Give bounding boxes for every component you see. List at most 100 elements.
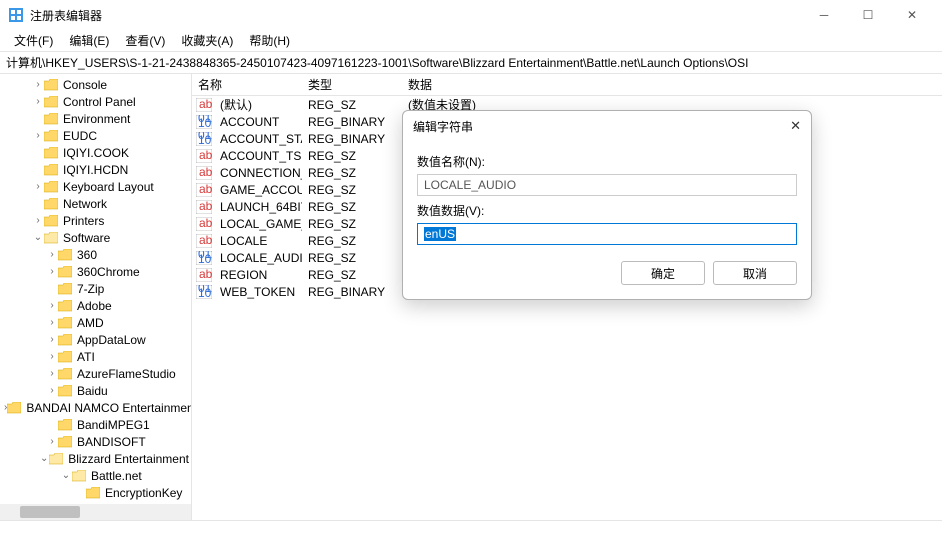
chevron-icon[interactable]: › [32, 181, 44, 192]
tree-item-baidu[interactable]: ›Baidu [0, 382, 191, 399]
tree-item-label: IQIYI.HCDN [61, 163, 130, 177]
ok-button[interactable]: 确定 [621, 261, 705, 285]
chevron-icon[interactable]: › [46, 436, 58, 447]
statusbar [0, 520, 942, 542]
tree-item-bandisoft[interactable]: ›BANDISOFT [0, 433, 191, 450]
dialog-titlebar: 编辑字符串 ✕ [403, 111, 811, 141]
cell-name: LOCAL_GAME_... [214, 217, 302, 231]
window-title: 注册表编辑器 [30, 7, 102, 24]
chevron-icon[interactable]: › [32, 96, 44, 107]
tree-item-bandai-namco-entertainment[interactable]: ›BANDAI NAMCO Entertainment [0, 399, 191, 416]
binary-value-icon: 01101001 [196, 132, 212, 146]
chevron-icon[interactable]: › [46, 300, 58, 311]
chevron-icon[interactable]: ⌄ [39, 453, 49, 464]
tree-scrollbar[interactable] [0, 504, 191, 520]
tree-item-360chrome[interactable]: ›360Chrome [0, 263, 191, 280]
tree-item-label: Control Panel [61, 95, 138, 109]
tree-item-bandimpeg1[interactable]: BandiMPEG1 [0, 416, 191, 433]
cancel-button[interactable]: 取消 [713, 261, 797, 285]
tree-item-battle-net[interactable]: ⌄ Battle.net [0, 467, 191, 484]
menubar: 文件(F) 编辑(E) 查看(V) 收藏夹(A) 帮助(H) [0, 30, 942, 52]
menu-edit[interactable]: 编辑(E) [61, 32, 117, 49]
chevron-icon[interactable]: › [46, 368, 58, 379]
value-name-label: 数值名称(N): [417, 153, 797, 170]
tree-item-control-panel[interactable]: › Control Panel [0, 93, 191, 110]
chevron-icon[interactable]: ⌄ [60, 470, 72, 481]
cell-type: REG_SZ [302, 217, 402, 231]
folder-icon [58, 266, 72, 278]
tree-item-label: EUDC [61, 129, 99, 143]
tree-item-printers[interactable]: ›Printers [0, 212, 191, 229]
minimize-button[interactable]: ─ [802, 0, 846, 30]
close-button[interactable]: ✕ [890, 0, 934, 30]
chevron-icon[interactable]: › [46, 249, 58, 260]
folder-icon [44, 215, 58, 227]
chevron-icon[interactable]: › [46, 385, 58, 396]
tree-item-eudc[interactable]: › EUDC [0, 127, 191, 144]
folder-icon [49, 453, 63, 465]
chevron-icon[interactable]: › [46, 317, 58, 328]
chevron-icon[interactable]: › [32, 79, 44, 90]
chevron-icon[interactable]: ⌄ [32, 232, 44, 243]
menu-view[interactable]: 查看(V) [117, 32, 173, 49]
tree-item-adobe[interactable]: ›Adobe [0, 297, 191, 314]
tree-item-console[interactable]: ›Console [0, 76, 191, 93]
tree-item-environment[interactable]: Environment [0, 110, 191, 127]
folder-icon [58, 283, 72, 295]
tree-item-keyboard-layout[interactable]: ›Keyboard Layout [0, 178, 191, 195]
tree-item-encryptionkey[interactable]: EncryptionKey [0, 484, 191, 501]
tree-item-iqiyi-cook[interactable]: IQIYI.COOK [0, 144, 191, 161]
string-value-icon: ab [196, 234, 212, 248]
menu-favorites[interactable]: 收藏夹(A) [173, 32, 241, 49]
chevron-icon[interactable]: › [32, 215, 44, 226]
col-header-type[interactable]: 类型 [302, 76, 402, 93]
tree-item-blizzard-entertainment[interactable]: ⌄ Blizzard Entertainment [0, 450, 191, 467]
col-header-data[interactable]: 数据 [402, 76, 942, 93]
folder-icon [58, 334, 72, 346]
tree-item-amd[interactable]: › AMD [0, 314, 191, 331]
cell-name: REGION [214, 268, 302, 282]
tree-item-appdatalow[interactable]: ›AppDataLow [0, 331, 191, 348]
chevron-icon[interactable]: › [46, 266, 58, 277]
col-header-name[interactable]: 名称 [192, 76, 302, 93]
string-value-icon: ab [196, 268, 212, 282]
svg-text:ab: ab [199, 234, 212, 247]
value-data-label: 数值数据(V): [417, 202, 797, 219]
menu-help[interactable]: 帮助(H) [241, 32, 298, 49]
tree-item-network[interactable]: Network [0, 195, 191, 212]
address-bar[interactable]: 计算机\HKEY_USERS\S-1-21-2438848365-2450107… [0, 52, 942, 74]
folder-icon [58, 368, 72, 380]
menu-file[interactable]: 文件(F) [6, 32, 61, 49]
binary-value-icon: 01101001 [196, 285, 212, 299]
cell-type: REG_BINARY [302, 132, 402, 146]
value-data-input[interactable]: enUS [417, 223, 797, 245]
svg-text:ab: ab [199, 200, 212, 213]
chevron-icon[interactable]: › [32, 130, 44, 141]
tree-item-label: Battle.net [89, 469, 144, 483]
tree-item-label: AMD [75, 316, 106, 330]
scrollbar-thumb[interactable] [20, 506, 80, 518]
tree-view[interactable]: ›Console›Control PanelEnvironment›EUDCIQ… [0, 74, 192, 520]
string-value-icon: ab [196, 183, 212, 197]
folder-icon [44, 130, 58, 142]
dialog-close-icon[interactable]: ✕ [790, 118, 801, 134]
chevron-icon[interactable]: › [46, 351, 58, 362]
tree-item-7-zip[interactable]: 7-Zip [0, 280, 191, 297]
folder-icon [58, 419, 72, 431]
folder-icon [44, 113, 58, 125]
tree-item-label: BANDAI NAMCO Entertainment [24, 401, 192, 415]
tree-item-label: Blizzard Entertainment [66, 452, 191, 466]
tree-item-ati[interactable]: ›ATI [0, 348, 191, 365]
folder-icon [58, 300, 72, 312]
tree-item-label: Environment [61, 112, 132, 126]
string-value-icon: ab [196, 217, 212, 231]
chevron-icon[interactable]: › [46, 334, 58, 345]
svg-text:ab: ab [199, 217, 212, 230]
cell-type: REG_SZ [302, 183, 402, 197]
tree-item-iqiyi-hcdn[interactable]: IQIYI.HCDN [0, 161, 191, 178]
cell-type: REG_SZ [302, 200, 402, 214]
tree-item-software[interactable]: ⌄Software [0, 229, 191, 246]
maximize-button[interactable]: ☐ [846, 0, 890, 30]
tree-item-azureflamestudio[interactable]: ›AzureFlameStudio [0, 365, 191, 382]
tree-item-360[interactable]: ›360 [0, 246, 191, 263]
